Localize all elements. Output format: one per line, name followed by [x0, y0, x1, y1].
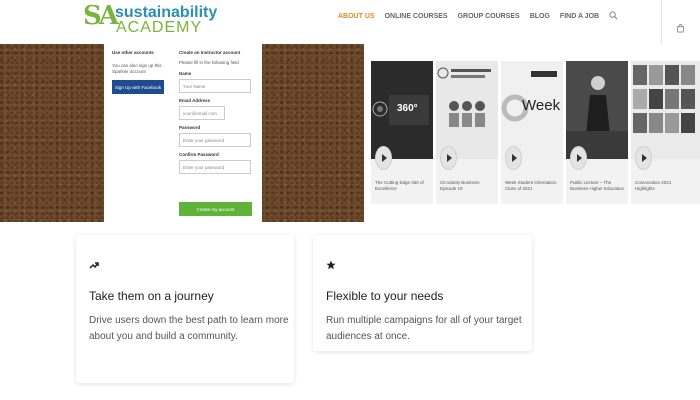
video-thumbnail — [631, 61, 700, 159]
create-account-text: Please fill in the following field — [179, 60, 239, 65]
confirm-password-label: Confirm Password — [179, 152, 219, 157]
trend-arrow-icon — [89, 262, 99, 269]
thumbnail-graphic — [633, 65, 695, 133]
play-icon[interactable] — [375, 146, 392, 170]
thumbnail-graphic — [566, 61, 628, 159]
thumbnail-graphic — [437, 67, 491, 127]
main-nav: ABOUT US ONLINE COURSES GROUP COURSES BL… — [338, 13, 609, 21]
logo-word-academy: ACADEMY — [116, 19, 203, 36]
play-icon[interactable] — [505, 146, 522, 170]
feature-title: Flexible to your needs — [326, 289, 444, 303]
confirm-password-field[interactable]: Enter your password — [179, 160, 251, 174]
feature-text: Drive users down the best path to learn … — [89, 315, 289, 342]
facebook-signup-button[interactable]: Sign Up with Facebook — [112, 80, 164, 94]
video-title: Convocation 2021 Highlights — [635, 180, 672, 191]
video-thumbnail: Week — [501, 61, 563, 159]
signup-form: Use other accounts You can also sign up … — [104, 44, 262, 222]
password-field[interactable]: Enter your password — [179, 133, 251, 147]
video-card[interactable]: Week Week Student Orientation Class of 2… — [501, 61, 563, 204]
other-accounts-heading: Use other accounts — [112, 50, 154, 55]
star-icon — [326, 260, 336, 270]
name-label: Name — [179, 71, 192, 76]
video-title: Public Lecture – The Business Higher Edu… — [570, 180, 625, 191]
thumbnail-caption: 360° — [397, 103, 418, 114]
other-accounts-column: Use other accounts You can also sign up … — [112, 50, 168, 94]
play-icon[interactable] — [570, 146, 587, 170]
search-icon[interactable] — [609, 11, 618, 20]
logo-mark: SA — [83, 1, 119, 31]
video-title: The Cutting Edge 360 of Excellence — [375, 180, 424, 191]
video-card[interactable]: Circularity Business Episode 19 — [436, 61, 498, 204]
video-card[interactable]: Convocation 2021 Highlights — [631, 61, 700, 204]
video-thumbnail: 360° — [371, 61, 433, 159]
site-logo[interactable]: SA sustainability ACADEMY — [83, 2, 223, 36]
create-account-heading: Create an Instructor account — [179, 50, 241, 55]
site-header: SA sustainability ACADEMY ABOUT US ONLIN… — [0, 0, 700, 44]
header-divider — [661, 0, 662, 44]
nav-group-courses[interactable]: GROUP COURSES — [458, 13, 520, 21]
feature-card-journey: Take them on a journey Drive users down … — [76, 235, 294, 383]
feature-title: Take them on a journey — [89, 289, 214, 303]
name-field[interactable]: Your Name — [179, 79, 251, 93]
nav-about-us[interactable]: ABOUT US — [338, 13, 375, 21]
video-thumbnail — [436, 61, 498, 159]
play-icon[interactable] — [440, 146, 457, 170]
password-label: Password — [179, 125, 201, 130]
play-icon[interactable] — [635, 146, 652, 170]
video-card[interactable]: Public Lecture – The Business Higher Edu… — [566, 61, 628, 204]
email-field[interactable]: your@email.com — [179, 106, 225, 120]
feature-text: Run multiple campaigns for all of your t… — [326, 315, 522, 342]
create-account-column: Create an Instructor account Please fill… — [179, 50, 257, 174]
nav-find-a-job[interactable]: FIND A JOB — [560, 13, 599, 21]
cart-icon[interactable] — [676, 24, 685, 33]
nav-online-courses[interactable]: ONLINE COURSES — [385, 13, 448, 21]
email-label: Email Address — [179, 98, 211, 103]
video-thumbnail — [566, 61, 628, 159]
video-title: Circularity Business Episode 19 — [440, 180, 480, 191]
video-title: Week Student Orientation Class of 2021 — [505, 180, 557, 191]
feature-card-flexible: Flexible to your needs Run multiple camp… — [313, 235, 532, 351]
video-card[interactable]: 360° The Cutting Edge 360 of Excellence — [371, 61, 433, 204]
thumbnail-caption: Week — [522, 97, 561, 114]
nav-blog[interactable]: BLOG — [530, 13, 550, 21]
create-account-button[interactable]: Create my account — [179, 202, 252, 216]
other-accounts-text: You can also sign up this Sparkier accou… — [112, 63, 162, 74]
